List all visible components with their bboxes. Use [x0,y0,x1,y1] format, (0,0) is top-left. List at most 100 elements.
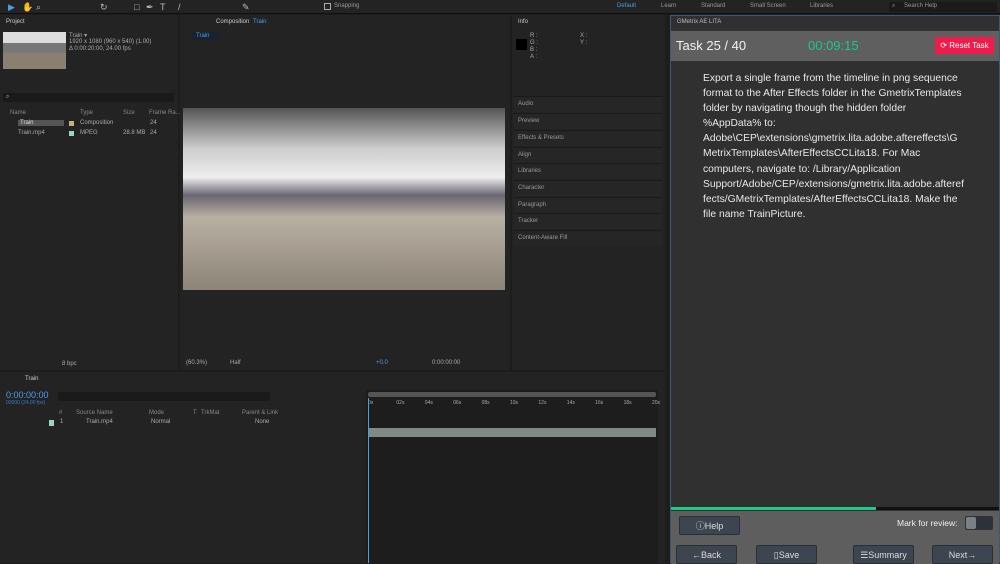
project-item-train-mp4[interactable]: Train.mp4 MPEG 28.8 MB 24 [0,129,178,139]
project-panel: Project Train ▾ 1920 x 1080 (960 x 540) … [0,15,181,370]
summary-label: Summary [868,550,907,560]
progress-track [671,507,999,510]
hand-tool-icon[interactable]: ✋ [22,2,33,13]
composition-name: Train [253,19,267,25]
panel-character[interactable]: Character [514,180,662,196]
label-color [49,420,54,426]
panel-content-aware-fill[interactable]: Content-Aware Fill [514,230,662,246]
col-type[interactable]: Type [80,110,93,116]
panel-audio[interactable]: Audio [514,96,662,112]
snapping-label: Snapping [334,3,360,9]
help-label: Help [704,521,724,531]
layer-mode-dropdown[interactable]: Normal [151,419,170,425]
label-color [69,121,74,126]
col-name[interactable]: Name [10,110,26,116]
time-tick: 10s [510,400,519,406]
composition-panel: Composition Train Train (60.3%) Half +0.… [180,15,510,370]
item-name: Train.mp4 [18,130,45,136]
panel-paragraph[interactable]: Paragraph [514,197,662,213]
comp-duration: Δ 0:00:20:00, 24.00 fps [69,46,131,52]
summary-button[interactable]: ☰Summary [853,545,914,564]
save-button[interactable]: ▯Save [756,545,817,564]
timeline-search-input[interactable] [58,392,270,401]
item-size: 28.8 MB [123,130,146,136]
time-tick: 08s [481,400,490,406]
timeline-timecode[interactable]: 0:00:00:00 [6,390,49,400]
reset-label: Reset Task [949,41,989,50]
time-tick: 20s [652,400,661,406]
toolbar: ▶ ✋ ⌕ ↻ □ ✒ T / ✎ Snapping Default Learn… [0,0,1000,14]
back-button[interactable]: ←Back [676,545,737,564]
col-mode: Mode [149,410,165,416]
workspace-standard[interactable]: Standard [701,3,725,9]
workspace-small-screen[interactable]: Small Screen [750,3,786,9]
panel-tracker[interactable]: Tracker [514,213,662,229]
back-label: Back [700,550,721,560]
type-tool-icon[interactable]: T [160,2,166,12]
info-title: Info [518,19,529,25]
comp-tab-train[interactable]: Train [192,32,220,40]
item-fps: 24 [150,130,157,136]
workspace-default[interactable]: Default [617,3,636,9]
time-tick: 16s [595,400,604,406]
refresh-icon: ⟳ [940,41,948,50]
comp-viewer-image[interactable] [183,108,505,290]
save-label: Save [778,550,800,560]
mark-review-toggle[interactable] [965,516,993,530]
timeline-frames: 00000 (24.00 fps) [6,400,46,406]
layer-name: Train.mp4 [86,419,113,425]
workspace-libraries[interactable]: Libraries [810,3,833,9]
time-tick: 14s [566,400,575,406]
resolution-dropdown[interactable]: Half [230,360,241,366]
item-fps: 24 [150,120,157,126]
gmetrix-panel: GMetrix AE LITA Task 25 / 40 00:09:15 ⟳ … [670,15,1000,564]
panel-effects-presets[interactable]: Effects & Presets [514,130,662,146]
col-trkmat: TrkMat [201,410,220,416]
rectangle-tool-icon[interactable]: □ [134,2,139,12]
comp-timecode[interactable]: 0:00:00:00 [432,360,460,366]
rotate-tool-icon[interactable]: ↻ [100,2,108,13]
help-button[interactable]: ⓘHelp [679,516,740,535]
layer-bar[interactable] [368,428,656,437]
time-tick: 12s [538,400,547,406]
layer-parent-dropdown[interactable]: None [255,419,269,425]
task-header: Task 25 / 40 00:09:15 ⟳ Reset Task [671,31,999,61]
exposure-value[interactable]: +0.0 [376,360,388,366]
info-g: G : [530,40,539,46]
selection-tool-icon[interactable]: ▶ [8,2,15,13]
bpc-button[interactable]: 8 bpc [62,361,77,367]
color-swatch [516,39,527,50]
panel-preview[interactable]: Preview [514,113,662,129]
brush-tool-icon[interactable]: / [178,2,181,12]
reset-task-button[interactable]: ⟳ Reset Task [935,37,994,54]
composition-title: Composition [216,19,250,25]
project-search-input[interactable]: ⌕ [3,93,174,102]
panel-libraries[interactable]: Libraries [514,163,662,179]
pen-tool-icon[interactable]: ✒ [146,2,154,13]
timeline-track-area[interactable]: 0s 02s 04s 06s 08s 10s 12s 14s 16s 18s 20s [366,390,661,563]
snapping-checkbox[interactable] [324,3,331,10]
layer-row[interactable]: 1 Train.mp4 Normal None [0,418,365,428]
task-footer: ⓘHelp Mark for review: ←Back ▯Save ☰Summ… [671,511,999,564]
col-framerate[interactable]: Frame Ra... [149,110,181,116]
timeline-panel: Train 0:00:00:00 00000 (24.00 fps) # Sou… [0,372,665,563]
zoom-tool-icon[interactable]: ⌕ [36,2,41,13]
project-item-train[interactable]: Train Composition 24 [0,119,178,129]
next-button[interactable]: Next→ [932,545,993,564]
progress-fill [671,507,876,510]
arrow-right-icon: → [967,550,977,560]
zoom-dropdown[interactable]: (60.3%) [186,360,207,366]
pin-tool-icon[interactable]: ✎ [242,2,250,13]
playhead[interactable] [368,398,369,563]
panel-align[interactable]: Align [514,147,662,163]
info-r: R : [530,33,538,39]
work-area-bar[interactable] [368,392,656,397]
info-y: Y : [580,40,588,46]
col-size[interactable]: Size [123,110,135,116]
comp-name: Train ▾ [69,33,88,39]
search-help-input[interactable]: ⌕ Search Help [889,2,997,12]
workspace-learn[interactable]: Learn [661,3,676,9]
item-name: Train [18,120,64,126]
gmetrix-title: GMetrix AE LITA [677,19,722,25]
timeline-tab[interactable]: Train [25,376,38,382]
